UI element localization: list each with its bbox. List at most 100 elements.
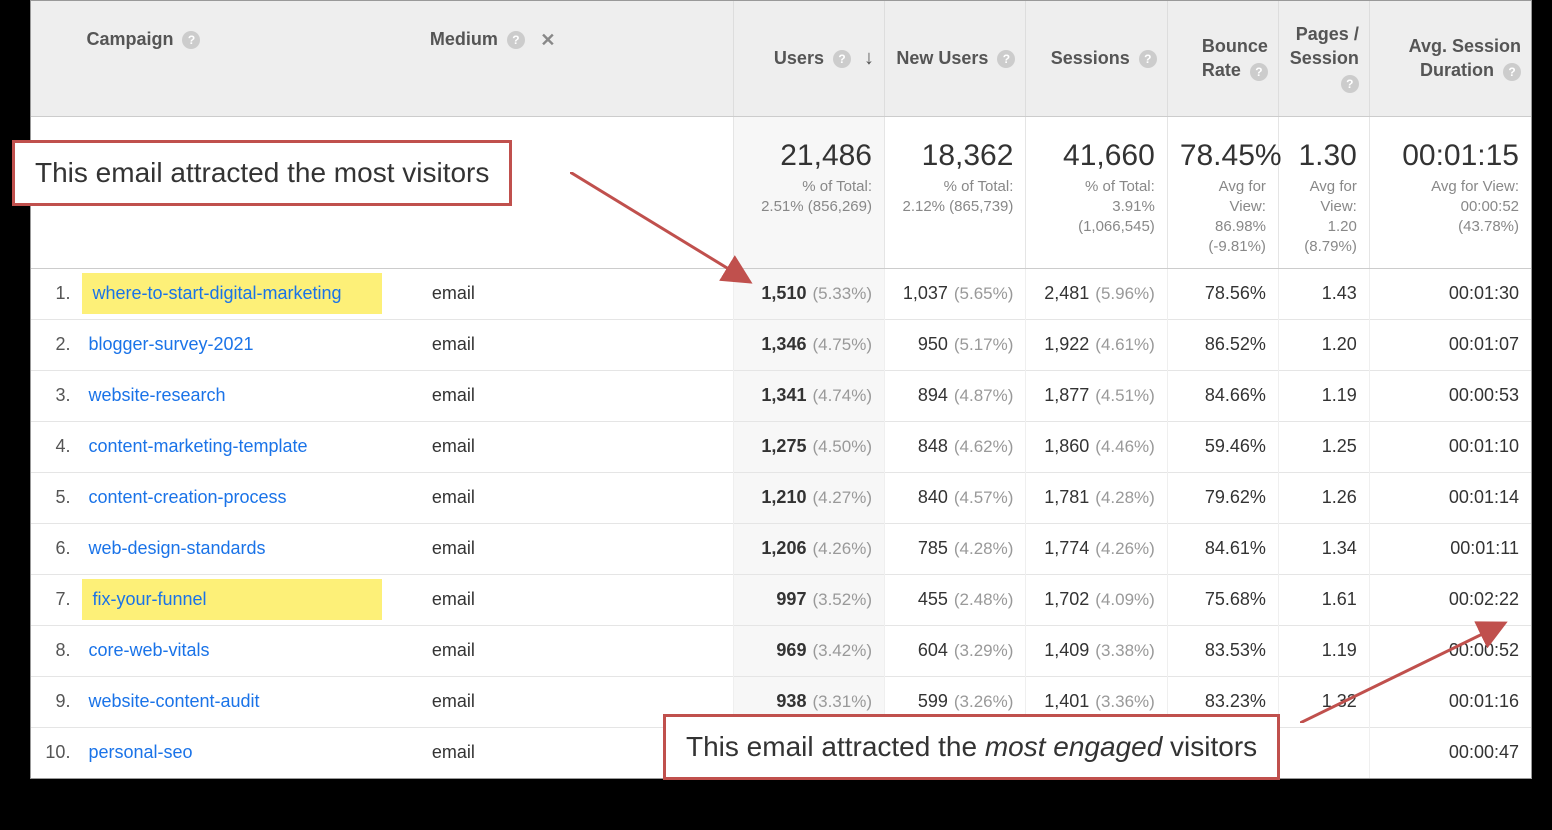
table-row: 4. content-marketing-template email1,275(4… [31,421,1531,472]
campaign-link[interactable]: web-design-standards [88,538,265,558]
cell-campaign: web-design-standards [76,523,419,574]
campaign-link[interactable]: blogger-survey-2021 [88,334,253,354]
col-bounce[interactable]: Bounce Rate ? [1167,1,1278,116]
campaign-link[interactable]: where-to-start-digital-marketing [92,283,341,303]
cell-sessions: 1,860(4.46%) [1026,421,1167,472]
cell-pages: 1.25 [1278,421,1369,472]
row-number: 6. [31,523,76,574]
cell-duration: 00:00:47 [1369,727,1531,778]
cell-medium: email [420,625,733,676]
col-users[interactable]: Users ? ↓ [733,1,885,116]
col-medium-label: Medium [430,29,498,49]
cell-users: 1,275(4.50%) [733,421,885,472]
sort-desc-icon[interactable]: ↓ [864,47,874,69]
row-number: 3. [31,370,76,421]
cell-bounce: 59.46% [1167,421,1278,472]
summary-duration: 00:01:15 Avg for View:00:00:52(43.78%) [1369,116,1531,268]
header-row: Campaign ? Medium ? ✕ Users ? ↓ New User… [31,1,1531,116]
cell-bounce: 75.68% [1167,574,1278,625]
cell-medium: email [420,472,733,523]
col-campaign[interactable]: Campaign ? [76,1,419,116]
help-icon[interactable]: ? [1250,63,1268,81]
summary-new-users: 18,362 % of Total:2.12% (865,739) [885,116,1026,268]
cell-bounce: 78.56% [1167,268,1278,319]
cell-pages: 1.20 [1278,319,1369,370]
summary-pages: 1.30 Avg for View:1.20(8.79%) [1278,116,1369,268]
cell-bounce: 86.52% [1167,319,1278,370]
help-icon[interactable]: ? [1341,75,1359,93]
cell-campaign: where-to-start-digital-marketing [76,268,419,319]
cell-sessions: 1,774(4.26%) [1026,523,1167,574]
table-row: 3.website-researchemail1,341(4.74%)894(4… [31,370,1531,421]
campaign-link[interactable]: personal-seo [88,742,192,762]
cell-duration: 00:00:53 [1369,370,1531,421]
col-number [31,1,76,116]
cell-duration: 00:01:10 [1369,421,1531,472]
cell-users: 969(3.42%) [733,625,885,676]
row-number: 7. [31,574,76,625]
campaign-link[interactable]: core-web-vitals [88,640,209,660]
cell-sessions: 2,481(5.96%) [1026,268,1167,319]
callout-text-em: most engaged [985,731,1162,762]
row-number: 8. [31,625,76,676]
cell-new-users: 848(4.62%) [885,421,1026,472]
help-icon[interactable]: ? [507,31,525,49]
table-row: 6.web-design-standardsemail1,206(4.26%)7… [31,523,1531,574]
row-number: 5. [31,472,76,523]
cell-duration: 00:01:11 [1369,523,1531,574]
campaign-link[interactable]: website-content-audit [88,691,259,711]
cell-campaign: fix-your-funnel [76,574,419,625]
cell-duration: 00:01:07 [1369,319,1531,370]
help-icon[interactable]: ? [997,50,1015,68]
help-icon[interactable]: ? [1503,63,1521,81]
cell-duration: 00:01:14 [1369,472,1531,523]
cell-pages: 1.19 [1278,370,1369,421]
col-sessions[interactable]: Sessions ? [1026,1,1167,116]
cell-users: 1,346(4.75%) [733,319,885,370]
cell-new-users: 950(5.17%) [885,319,1026,370]
callout-most-engaged: This email attracted the most engaged vi… [663,714,1280,780]
callout-text: This email attracted the most visitors [35,157,489,188]
cell-sessions: 1,702(4.09%) [1026,574,1167,625]
campaign-link[interactable]: content-marketing-template [88,436,307,456]
col-sessions-label: Sessions [1051,48,1130,68]
cell-users: 1,210(4.27%) [733,472,885,523]
row-number: 4. [31,421,76,472]
col-campaign-label: Campaign [86,29,173,49]
callout-text-pre: This email attracted the [686,731,985,762]
cell-users: 1,206(4.26%) [733,523,885,574]
cell-pages: 1.26 [1278,472,1369,523]
table-row: 2.blogger-survey-2021email1,346(4.75%)95… [31,319,1531,370]
cell-medium: email [420,523,733,574]
cell-campaign: blogger-survey-2021 [76,319,419,370]
col-duration[interactable]: Avg. Session Duration ? [1369,1,1531,116]
help-icon[interactable]: ? [833,50,851,68]
cell-campaign: content-marketing-template [76,421,419,472]
cell-users: 997(3.52%) [733,574,885,625]
col-new-users[interactable]: New Users ? [885,1,1026,116]
campaign-link[interactable]: fix-your-funnel [92,589,206,609]
help-icon[interactable]: ? [182,31,200,49]
cell-new-users: 1,037(5.65%) [885,268,1026,319]
col-pages-label: Pages / Session [1290,24,1359,68]
col-medium[interactable]: Medium ? ✕ [420,1,733,116]
col-pages[interactable]: Pages / Session ? [1278,1,1369,116]
arrow-icon [570,172,780,302]
cell-bounce: 79.62% [1167,472,1278,523]
cell-new-users: 840(4.57%) [885,472,1026,523]
row-number: 1. [31,268,76,319]
callout-text-post: visitors [1162,731,1257,762]
cell-medium: email [420,370,733,421]
close-icon[interactable]: ✕ [538,30,558,50]
row-number: 10. [31,727,76,778]
campaign-link[interactable]: website-research [88,385,225,405]
cell-new-users: 604(3.29%) [885,625,1026,676]
col-users-label: Users [774,48,824,68]
cell-bounce: 83.53% [1167,625,1278,676]
cell-users: 1,341(4.74%) [733,370,885,421]
callout-most-visitors: This email attracted the most visitors [12,140,512,206]
cell-campaign: personal-seo [76,727,419,778]
campaign-link[interactable]: content-creation-process [88,487,286,507]
help-icon[interactable]: ? [1139,50,1157,68]
cell-medium: email [420,421,733,472]
